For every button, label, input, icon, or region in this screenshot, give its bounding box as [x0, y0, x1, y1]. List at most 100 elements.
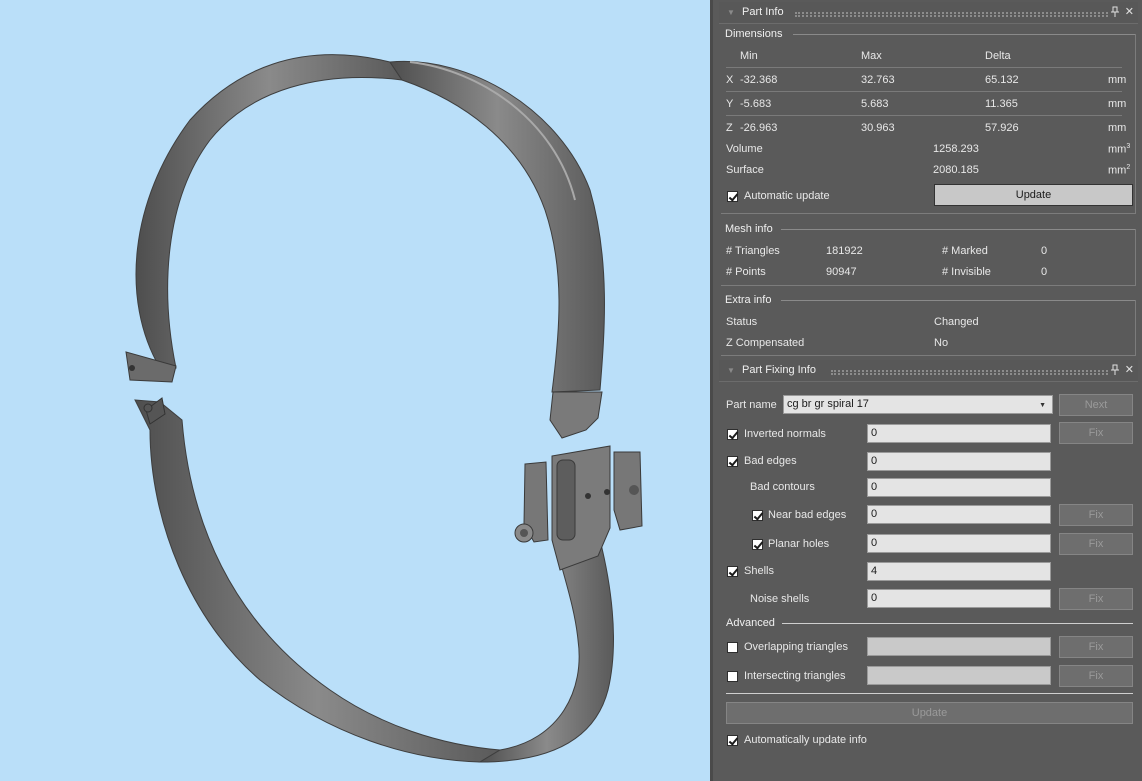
fix-intersecting-button[interactable]: Fix	[1059, 665, 1133, 687]
z-compensated-value: No	[934, 337, 949, 349]
z-compensated-label: Z Compensated	[726, 337, 805, 349]
close-icon[interactable]: ✕	[1125, 363, 1134, 376]
band-upper-right	[389, 60, 605, 393]
next-button[interactable]: Next	[1059, 394, 1133, 416]
x-min: -32.368	[740, 74, 778, 86]
surface-label: Surface	[726, 164, 764, 176]
collapse-icon[interactable]: ▼	[727, 366, 735, 375]
fix-overlapping-button[interactable]: Fix	[1059, 636, 1133, 658]
bad-edges-checkbox[interactable]	[727, 456, 738, 467]
fix-inverted-normals-button[interactable]: Fix	[1059, 422, 1133, 444]
part-name-value: cg br gr spiral 17	[787, 398, 869, 410]
advanced-label: Advanced	[726, 617, 775, 629]
points-value: 90947	[826, 266, 857, 278]
part-info-title-bar[interactable]: ▼ Part Info ✕	[719, 2, 1138, 24]
mesh-info-group	[721, 229, 1136, 286]
col-max-header: Max	[861, 50, 882, 62]
part-name-label: Part name	[726, 399, 777, 411]
bad-contours-field[interactable]: 0	[867, 478, 1051, 497]
fix-noise-shells-button[interactable]: Fix	[1059, 588, 1133, 610]
overlapping-triangles-field[interactable]	[867, 637, 1051, 656]
z-min: -26.963	[740, 122, 778, 134]
automatically-update-info-label: Automatically update info	[744, 734, 867, 746]
intersecting-triangles-field[interactable]	[867, 666, 1051, 685]
band-upper-left	[135, 54, 404, 369]
axis-x-label: X	[726, 74, 734, 86]
close-icon[interactable]: ✕	[1125, 5, 1134, 18]
status-value: Changed	[934, 316, 979, 328]
part-fixing-title-bar[interactable]: ▼ Part Fixing Info ✕	[719, 360, 1138, 382]
divider	[726, 91, 1122, 92]
intersecting-triangles-checkbox[interactable]	[727, 671, 738, 682]
invisible-label: # Invisible	[942, 266, 991, 278]
side-panel: ▼ Part Info ✕ Dimensions Min Max Delta X…	[710, 0, 1142, 781]
z-unit: mm	[1108, 122, 1127, 134]
triangles-label: # Triangles	[726, 245, 780, 257]
drag-grip[interactable]	[831, 370, 1108, 375]
divider	[726, 693, 1133, 694]
x-delta: 65.132	[985, 74, 1019, 86]
col-min-header: Min	[740, 50, 758, 62]
marked-label: # Marked	[942, 245, 988, 257]
axis-z-label: Z	[726, 122, 733, 134]
planar-holes-label: Planar holes	[768, 538, 830, 550]
pin-icon[interactable]	[1110, 364, 1120, 376]
bad-edges-label: Bad edges	[744, 455, 797, 467]
near-bad-edges-checkbox[interactable]	[752, 510, 763, 521]
volume-label: Volume	[726, 143, 763, 155]
volume-unit: mm3	[1108, 143, 1131, 156]
pin-icon[interactable]	[1110, 6, 1120, 18]
part-name-select[interactable]: cg br gr spiral 17 ▼	[783, 395, 1053, 414]
status-label: Status	[726, 316, 758, 328]
band-lower-left	[134, 399, 502, 763]
y-delta: 11.365	[985, 98, 1018, 110]
col-delta-header: Delta	[985, 50, 1011, 62]
divider	[726, 67, 1122, 68]
noise-shells-field[interactable]: 0	[867, 589, 1051, 608]
band-lower-right	[478, 539, 614, 763]
update-info-button[interactable]: Update	[726, 702, 1133, 724]
inverted-normals-field[interactable]: 0	[867, 424, 1051, 443]
automatic-update-label: Automatic update	[744, 190, 830, 202]
automatically-update-info-checkbox[interactable]	[727, 735, 738, 746]
divider	[782, 623, 1133, 624]
inverted-normals-label: Inverted normals	[744, 428, 826, 440]
collapse-icon[interactable]: ▼	[727, 8, 735, 17]
automatic-update-checkbox[interactable]	[727, 191, 738, 202]
noise-shells-label: Noise shells	[750, 593, 810, 605]
z-delta: 57.926	[985, 122, 1019, 134]
shells-label: Shells	[744, 565, 774, 577]
z-max: 30.963	[861, 122, 895, 134]
part-fixing-title: Part Fixing Info	[742, 364, 816, 376]
intersecting-triangles-label: Intersecting triangles	[744, 670, 846, 682]
shells-field[interactable]: 4	[867, 562, 1051, 581]
y-min: -5.683	[740, 98, 772, 110]
shells-checkbox[interactable]	[727, 566, 738, 577]
divider	[726, 115, 1122, 116]
bad-edges-field[interactable]: 0	[867, 452, 1051, 471]
marked-value: 0	[1041, 245, 1048, 257]
part-info-title: Part Info	[742, 6, 784, 18]
y-max: 5.683	[861, 98, 889, 110]
inverted-normals-checkbox[interactable]	[727, 429, 738, 440]
fix-planar-holes-button[interactable]: Fix	[1059, 533, 1133, 555]
y-unit: mm	[1108, 98, 1127, 110]
surface-unit: mm2	[1108, 164, 1131, 177]
planar-holes-checkbox[interactable]	[752, 539, 763, 550]
planar-holes-field[interactable]: 0	[867, 534, 1051, 553]
fix-near-bad-edges-button[interactable]: Fix	[1059, 504, 1133, 526]
spiral-model[interactable]	[0, 0, 710, 781]
overlapping-triangles-checkbox[interactable]	[727, 642, 738, 653]
update-button[interactable]: Update	[934, 184, 1133, 206]
points-label: # Points	[726, 266, 766, 278]
near-bad-edges-label: Near bad edges	[768, 509, 847, 521]
drag-grip[interactable]	[795, 12, 1108, 17]
near-bad-edges-field[interactable]: 0	[867, 505, 1051, 524]
clip-right-top	[549, 391, 603, 439]
chevron-down-icon: ▼	[1039, 402, 1046, 409]
volume-value: 1258.293	[933, 143, 979, 155]
3d-viewport[interactable]	[0, 0, 710, 781]
overlapping-triangles-label: Overlapping triangles	[744, 641, 848, 653]
x-max: 32.763	[861, 74, 895, 86]
invisible-value: 0	[1041, 266, 1048, 278]
